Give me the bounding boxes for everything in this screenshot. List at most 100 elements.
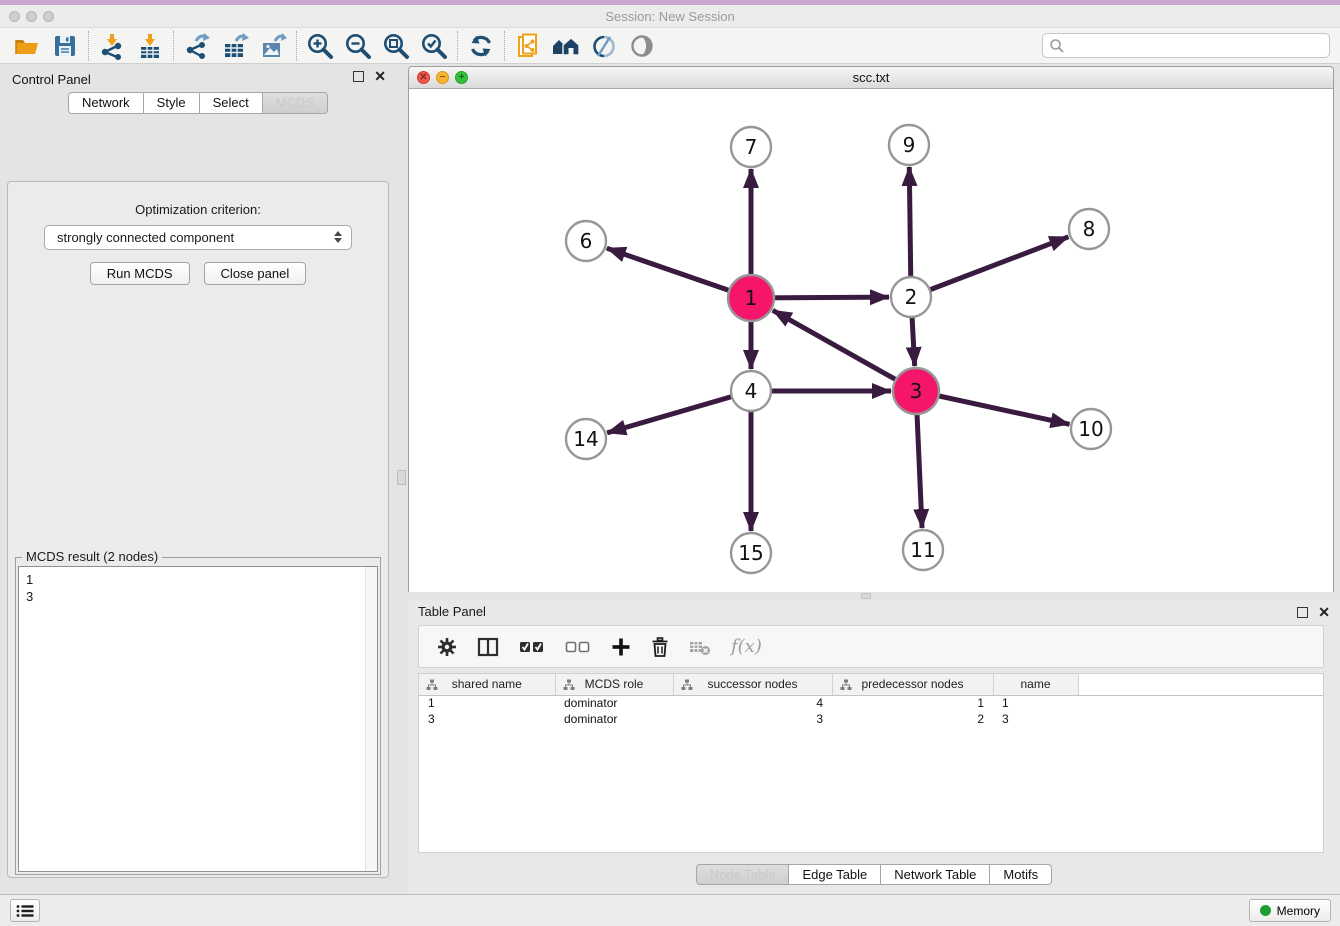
first-neighbors-button[interactable] — [547, 30, 585, 62]
table-cell[interactable]: 3 — [419, 711, 555, 727]
zoom-fit-button[interactable] — [377, 30, 415, 62]
float-panel-icon[interactable] — [353, 71, 364, 82]
table-row[interactable]: 3dominator323 — [419, 711, 1323, 727]
node-7[interactable]: 7 — [731, 127, 771, 167]
toolbar-separator — [504, 31, 505, 61]
header-filler — [1078, 674, 1323, 695]
show-columns-button[interactable] — [477, 637, 499, 657]
network-window-titlebar[interactable]: ✕ − + scc.txt — [409, 67, 1333, 89]
vertical-splitter[interactable] — [396, 64, 408, 878]
column-type-icon — [563, 679, 575, 691]
node-10[interactable]: 10 — [1071, 409, 1111, 449]
close-panel-icon[interactable]: ✕ — [1318, 607, 1330, 618]
tab-network-table[interactable]: Network Table — [880, 864, 990, 885]
tab-motifs[interactable]: Motifs — [989, 864, 1052, 885]
tab-edge-table[interactable]: Edge Table — [788, 864, 881, 885]
node-4[interactable]: 4 — [731, 371, 771, 411]
delete-column-button[interactable] — [651, 637, 669, 657]
table-cell[interactable]: dominator — [555, 711, 673, 727]
svg-text:4: 4 — [745, 379, 758, 403]
close-panel-button[interactable]: Close panel — [204, 262, 307, 285]
show-hide-visual-properties-button[interactable] — [585, 30, 623, 62]
table-panel-title: Table Panel — [418, 604, 486, 619]
save-session-button[interactable] — [46, 30, 84, 62]
node-3[interactable]: 3 — [893, 368, 939, 414]
status-bar: Memory — [0, 894, 1340, 926]
splitter-grip[interactable] — [397, 470, 406, 485]
tab-select[interactable]: Select — [199, 92, 263, 114]
export-network-button[interactable] — [178, 30, 216, 62]
table-panel: Table Panel ✕ — [408, 600, 1340, 894]
search-icon — [1049, 38, 1065, 54]
result-line: 3 — [26, 588, 377, 605]
node-1[interactable]: 1 — [728, 275, 774, 321]
add-column-button[interactable] — [611, 637, 631, 657]
edge-2-8[interactable] — [911, 237, 1068, 297]
import-table-button[interactable] — [131, 30, 169, 62]
column-header-shared-name[interactable]: shared name — [419, 674, 555, 695]
table-row[interactable]: 1dominator411 — [419, 695, 1323, 711]
new-network-from-selection-button[interactable] — [509, 30, 547, 62]
column-header-mcds-role[interactable]: MCDS role — [555, 674, 673, 695]
select-all-columns-button[interactable] — [519, 639, 545, 655]
table-cell[interactable]: 2 — [832, 711, 993, 727]
control-panel-tabs: Network Style Select MCDS — [0, 92, 396, 114]
table-cell[interactable]: 4 — [673, 695, 832, 711]
main-toolbar — [0, 28, 1340, 64]
node-11[interactable]: 11 — [903, 530, 943, 570]
column-header-successor-nodes[interactable]: successor nodes — [673, 674, 832, 695]
export-table-button[interactable] — [216, 30, 254, 62]
export-image-button[interactable] — [254, 30, 292, 62]
table-cell[interactable]: 1 — [832, 695, 993, 711]
unselect-all-columns-button[interactable] — [565, 639, 591, 655]
node-14[interactable]: 14 — [566, 419, 606, 459]
zoom-selected-button[interactable] — [415, 30, 453, 62]
result-scrollbar[interactable] — [365, 567, 377, 871]
task-history-button[interactable] — [10, 899, 40, 922]
export-image-icon — [259, 32, 287, 60]
toolbar-search[interactable] — [1042, 33, 1330, 58]
horizontal-splitter[interactable] — [408, 592, 1334, 600]
tab-network[interactable]: Network — [68, 92, 144, 114]
table-cell[interactable]: 3 — [993, 711, 1078, 727]
zoom-fit-icon — [382, 32, 410, 60]
network-graph[interactable]: 7 9 6 8 1 2 4 3 14 10 15 11 — [409, 89, 1333, 592]
table-cell[interactable]: 1 — [419, 695, 555, 711]
open-session-button[interactable] — [8, 30, 46, 62]
run-mcds-button[interactable]: Run MCDS — [90, 262, 190, 285]
refresh-button[interactable] — [462, 30, 500, 62]
close-panel-icon[interactable]: ✕ — [374, 71, 386, 82]
column-header-name[interactable]: name — [993, 674, 1078, 695]
search-input[interactable] — [1065, 36, 1329, 56]
zoom-selected-icon — [420, 32, 448, 60]
node-15[interactable]: 15 — [731, 533, 771, 573]
float-panel-icon[interactable] — [1297, 607, 1308, 618]
zoom-in-button[interactable] — [301, 30, 339, 62]
memory-button[interactable]: Memory — [1249, 899, 1331, 922]
gear-icon — [437, 637, 457, 657]
splitter-grip[interactable] — [861, 593, 871, 599]
edge-3-1[interactable] — [773, 310, 916, 391]
table-cell[interactable]: 1 — [993, 695, 1078, 711]
node-6[interactable]: 6 — [566, 221, 606, 261]
save-icon — [51, 32, 79, 60]
tab-mcds[interactable]: MCDS — [262, 92, 328, 114]
node-2[interactable]: 2 — [891, 277, 931, 317]
svg-text:1: 1 — [745, 286, 758, 310]
node-8[interactable]: 8 — [1069, 209, 1109, 249]
table-cell[interactable]: 3 — [673, 711, 832, 727]
import-network-button[interactable] — [93, 30, 131, 62]
node-9[interactable]: 9 — [889, 125, 929, 165]
edge-4-14[interactable] — [607, 391, 751, 433]
tab-node-table[interactable]: Node Table — [696, 864, 790, 885]
mcds-result-text[interactable]: 13 — [18, 566, 378, 872]
network-canvas[interactable]: 7 9 6 8 1 2 4 3 14 10 15 11 — [409, 89, 1333, 592]
table-cell[interactable]: dominator — [555, 695, 673, 711]
tab-style[interactable]: Style — [143, 92, 200, 114]
table-settings-button[interactable] — [437, 637, 457, 657]
zoom-out-button[interactable] — [339, 30, 377, 62]
optimization-criterion-select[interactable]: strongly connected component — [44, 225, 352, 250]
column-header-predecessor-nodes[interactable]: predecessor nodes — [832, 674, 993, 695]
export-table-icon — [221, 32, 249, 60]
show-graphics-details-button[interactable] — [623, 30, 661, 62]
